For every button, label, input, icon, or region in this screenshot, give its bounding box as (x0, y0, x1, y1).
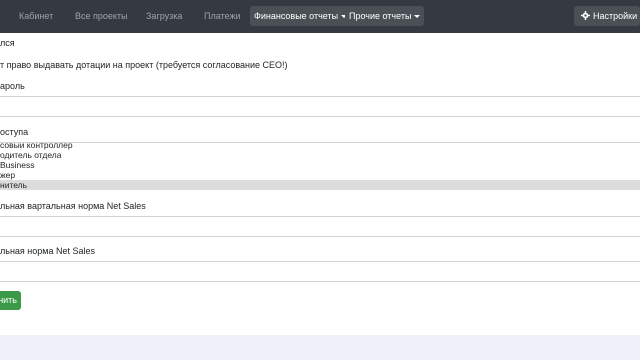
password-input[interactable] (0, 96, 640, 117)
role-option[interactable]: одитель отдела (0, 150, 61, 160)
nav-all-projects-link[interactable]: Все проекты (75, 0, 128, 33)
role-option[interactable]: жер (0, 170, 15, 180)
other-reports-label: Прочие отчеты (349, 11, 412, 21)
net-sales-norm-label: льная норма Net Sales (0, 246, 95, 256)
gear-icon (581, 11, 590, 20)
access-label: оступа (0, 127, 29, 137)
nav-payments-link[interactable]: Платежи (204, 0, 241, 33)
chevron-down-icon (414, 15, 421, 19)
form-label-top: лся (0, 38, 15, 48)
role-option[interactable]: совый контроллер (0, 143, 73, 150)
save-button[interactable]: нить (0, 291, 21, 310)
settings-button[interactable]: Настройки (574, 6, 640, 26)
financial-reports-dropdown[interactable]: Финансовые отчеты (250, 6, 352, 26)
top-navbar: Кабинет Все проекты Загрузка Платежи Фин… (0, 0, 640, 33)
access-role-select[interactable]: совый контроллер одитель отдела Business… (0, 142, 640, 190)
subsidy-checkbox-label[interactable]: т право выдавать дотации на проект (треб… (0, 60, 288, 70)
password-label: ароль (0, 81, 25, 91)
nav-cabinet-link[interactable]: Кабинет (19, 0, 53, 33)
role-option-selected[interactable]: нитель (0, 180, 27, 190)
nav-load-link[interactable]: Загрузка (146, 0, 182, 33)
settings-label: Настройки (593, 11, 638, 21)
quarterly-norm-input[interactable] (0, 216, 640, 237)
quarterly-norm-label: льная вартальная норма Net Sales (0, 201, 146, 211)
page-footer (0, 335, 640, 360)
financial-reports-label: Финансовые отчеты (254, 11, 339, 21)
selected-option-highlight (0, 180, 640, 190)
other-reports-dropdown[interactable]: Прочие отчеты (345, 6, 425, 26)
net-sales-norm-input[interactable] (0, 261, 640, 282)
role-option[interactable]: Business (0, 160, 35, 170)
